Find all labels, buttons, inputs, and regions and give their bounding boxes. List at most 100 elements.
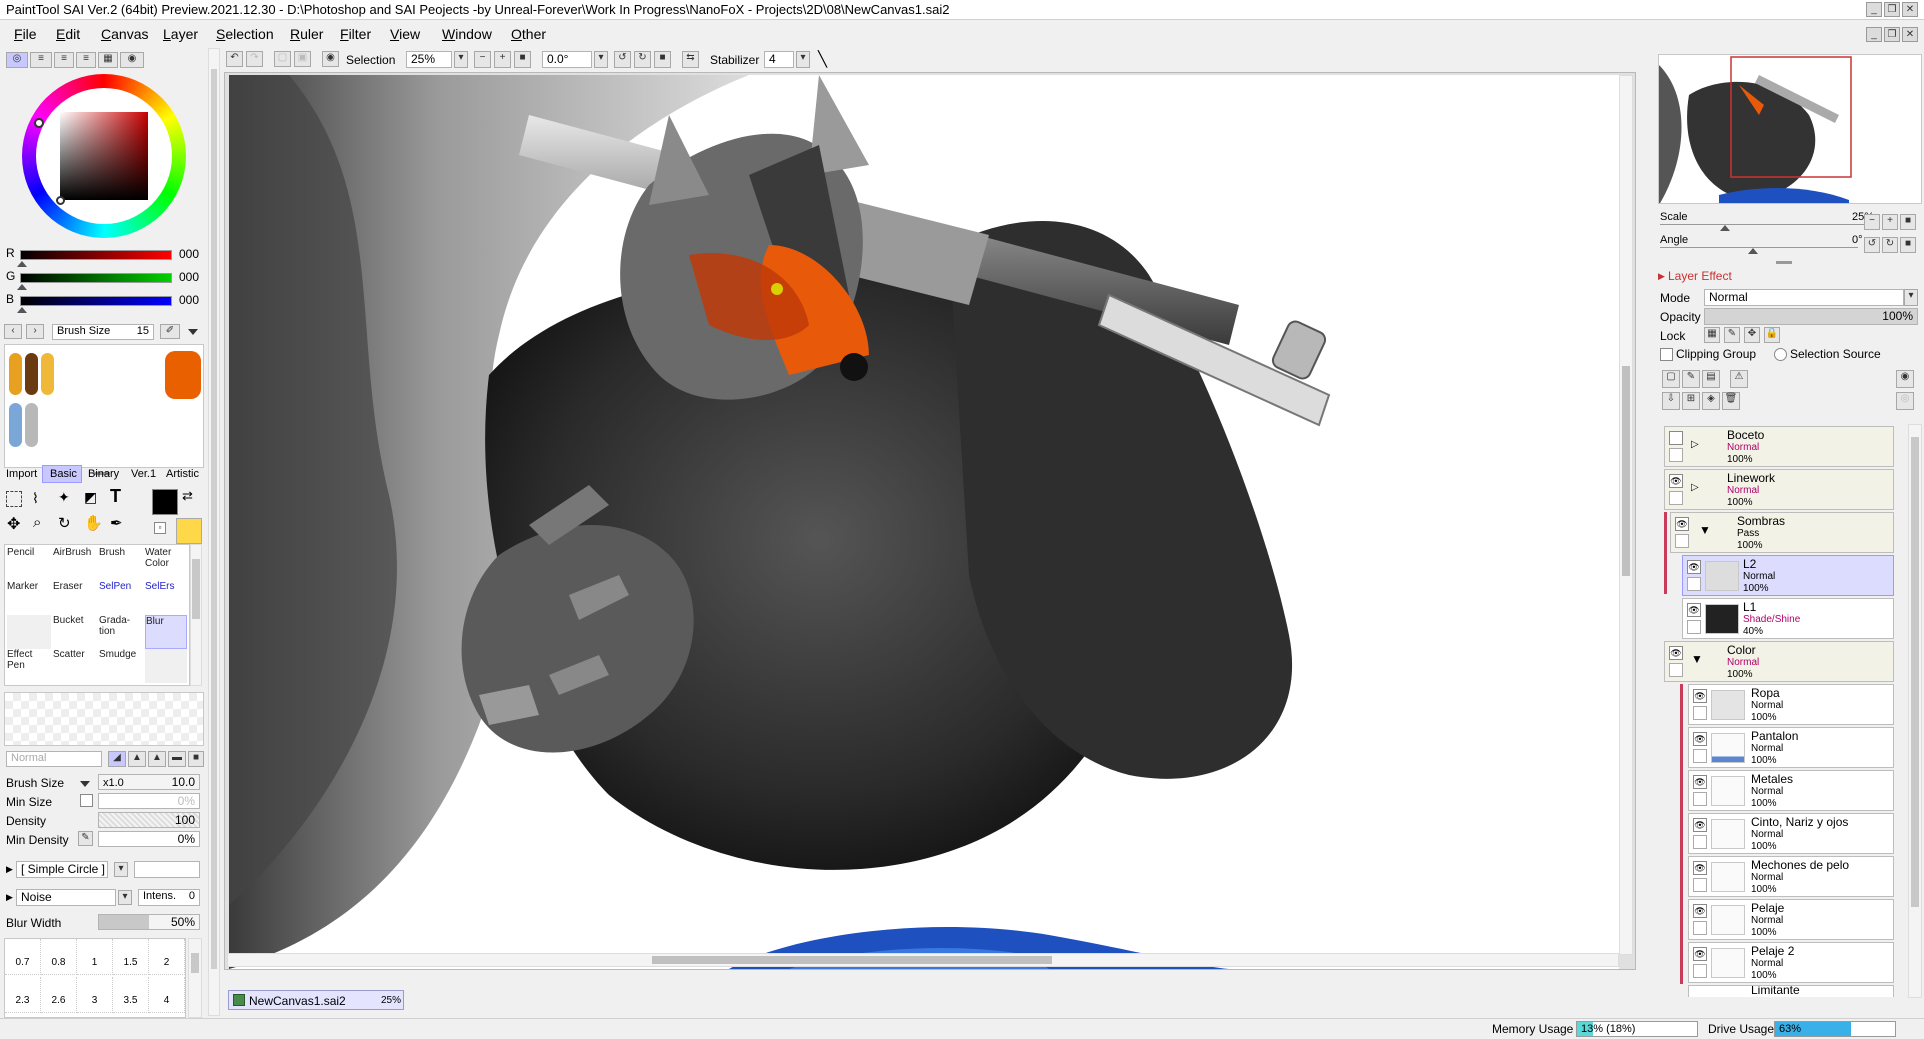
layer-lock[interactable] — [1669, 448, 1683, 462]
layer-row-pelaje-2[interactable]: 👁 Pelaje 2 Normal 100% — [1688, 942, 1894, 983]
layer-row-boceto[interactable]: ▷ Boceto Normal 100% — [1664, 426, 1894, 467]
menu-edit[interactable]: Edit — [56, 26, 80, 42]
stabilizer-dropdown-icon[interactable]: ▾ — [796, 51, 810, 68]
menu-other[interactable]: Other — [511, 26, 546, 42]
g-slider[interactable] — [20, 273, 172, 283]
scale-slider[interactable] — [1660, 224, 1874, 225]
tool-smudge[interactable]: Smudge — [99, 649, 136, 683]
hue-marker[interactable] — [34, 118, 44, 128]
min-size-field[interactable]: 0% — [98, 793, 200, 809]
layer-effect-expand-icon[interactable]: ▶ — [1658, 271, 1665, 282]
size-preset[interactable]: 1 — [77, 939, 113, 975]
layer-row-pelaje[interactable]: 👁 Pelaje Normal 100% — [1688, 899, 1894, 940]
eyedropper-icon[interactable]: ✒ — [110, 514, 123, 532]
layer-row-color[interactable]: 👁 ▼ Color Normal 100% — [1664, 641, 1894, 682]
layer-lock[interactable] — [1669, 663, 1683, 677]
brush-size-menu-icon[interactable] — [80, 781, 90, 787]
color-wheel-tab-icon[interactable]: ◎ — [6, 52, 28, 68]
layer-lock[interactable] — [1693, 835, 1707, 849]
expand-shape-icon[interactable]: ▶ — [6, 864, 13, 875]
swatch-yellow[interactable] — [41, 353, 54, 395]
delete-layer-icon[interactable]: 🗑 — [1722, 392, 1740, 410]
layer-lock[interactable] — [1693, 792, 1707, 806]
angle-cw-icon[interactable]: ↻ — [1882, 237, 1898, 253]
close-button[interactable]: ✕ — [1902, 2, 1918, 17]
swatch-blue[interactable] — [9, 403, 22, 447]
rotate-right-icon[interactable]: ↻ — [634, 51, 651, 68]
g-slider-handle[interactable] — [17, 284, 27, 290]
scale-plus-icon[interactable]: + — [1882, 214, 1898, 230]
layer-options-icon[interactable]: ⚠ — [1730, 370, 1748, 388]
swatches-tab-icon[interactable]: ▦ — [98, 52, 118, 68]
transfer-down-icon[interactable]: ⇩ — [1662, 392, 1680, 410]
texture-dropdown-icon[interactable]: ▾ — [118, 890, 132, 905]
doc-restore-button[interactable]: ❐ — [1884, 27, 1900, 42]
pressure-icon[interactable]: ✎ — [78, 831, 93, 846]
menu-window[interactable]: Window — [442, 26, 492, 42]
hand-icon[interactable]: ✋ — [84, 514, 103, 532]
layer-row-l1[interactable]: 👁 L1 Shade/Shine 40% — [1682, 598, 1894, 639]
tool-airbrush[interactable]: AirBrush — [53, 547, 91, 581]
folder-collapsed-icon[interactable]: ▷ — [1691, 482, 1699, 493]
rotate-left-icon[interactable]: ↺ — [614, 51, 631, 68]
layer-mask-icon[interactable]: ◉ — [1896, 370, 1914, 388]
clear-layer-icon[interactable]: ◈ — [1702, 392, 1720, 410]
move-icon[interactable]: ✥ — [7, 514, 20, 534]
canvas-vertical-scrollbar[interactable] — [1619, 75, 1633, 955]
layer-list-scrollbar[interactable] — [1908, 424, 1922, 998]
tool-brush[interactable]: Brush — [99, 547, 135, 581]
rect-select-icon[interactable] — [6, 491, 22, 507]
menu-view[interactable]: View — [390, 26, 420, 42]
tool-gradation[interactable]: Grada-tion — [99, 615, 135, 649]
shape-icon[interactable]: ◩ — [84, 489, 97, 506]
zoom-out-icon[interactable]: − — [474, 51, 491, 68]
color-wheel[interactable] — [22, 74, 186, 238]
deselect-icon[interactable]: ▢ — [274, 51, 291, 67]
visibility-toggle[interactable]: 👁 — [1669, 474, 1683, 488]
swatch-gray[interactable] — [25, 403, 38, 447]
g-value[interactable]: 000 — [179, 270, 199, 284]
size-preset[interactable]: 0.7 — [5, 939, 41, 975]
layer-row-pantalon[interactable]: 👁 Pantalon Normal 100% — [1688, 727, 1894, 768]
hsv-slider-tab-icon[interactable]: ≡ — [54, 52, 74, 68]
menu-filter[interactable]: Filter — [340, 26, 371, 42]
angle-dropdown-icon[interactable]: ▾ — [594, 51, 608, 68]
tool-marker[interactable]: Marker — [7, 581, 43, 615]
tip-flat-icon[interactable]: ◢ — [108, 751, 126, 767]
visibility-toggle[interactable] — [1669, 431, 1683, 445]
folder-expanded-icon[interactable]: ▼ — [1691, 652, 1703, 666]
angle-field[interactable]: 0.0° — [542, 51, 592, 68]
layer-lock[interactable] — [1675, 534, 1689, 548]
selection-visibility-icon[interactable]: ◉ — [322, 51, 339, 67]
apply-mask-icon[interactable]: ◎ — [1896, 392, 1914, 410]
tool-blur[interactable]: Blur — [145, 615, 187, 649]
rotate-icon[interactable]: ↻ — [58, 514, 71, 532]
blur-width-field[interactable]: 50% — [98, 914, 200, 930]
visibility-toggle[interactable]: 👁 — [1693, 689, 1707, 703]
tab-ver1[interactable]: Ver.1 — [131, 468, 156, 480]
angle-slider[interactable] — [1660, 247, 1858, 248]
canvas-viewport[interactable] — [224, 72, 1636, 970]
scale-minus-icon[interactable]: − — [1864, 214, 1880, 230]
lasso-icon[interactable]: ⌇ — [32, 490, 39, 507]
layer-effect-label[interactable]: Layer Effect — [1668, 269, 1732, 283]
doc-minimize-button[interactable]: _ — [1866, 27, 1882, 42]
r-slider[interactable] — [20, 250, 172, 260]
visibility-toggle[interactable]: 👁 — [1693, 732, 1707, 746]
tool-selpen[interactable]: SelPen — [99, 581, 135, 615]
tip-round-icon[interactable]: ▲ — [128, 751, 146, 767]
layer-row-linework[interactable]: 👁 ▷ Linework Normal 100% — [1664, 469, 1894, 510]
tool-eraser[interactable]: Eraser — [53, 581, 89, 615]
tool-pencil[interactable]: Pencil — [7, 547, 43, 581]
size-presets-scrollbar[interactable] — [188, 938, 202, 1018]
visibility-toggle[interactable]: 👁 — [1693, 818, 1707, 832]
layer-row-metales[interactable]: 👁 Metales Normal 100% — [1688, 770, 1894, 811]
tool-watercolor[interactable]: Water Color — [145, 547, 181, 581]
stabilizer-field[interactable]: 4 — [764, 51, 794, 68]
size-preset[interactable]: 2.6 — [41, 977, 77, 1013]
swatch-deep-orange[interactable] — [165, 351, 201, 399]
tool-scatter[interactable]: Scatter — [53, 649, 89, 683]
lock-paint-icon[interactable]: ✎ — [1724, 327, 1740, 343]
intens-field[interactable]: Intens. 0 — [138, 889, 200, 906]
zoom-field[interactable]: 25% — [406, 51, 452, 68]
